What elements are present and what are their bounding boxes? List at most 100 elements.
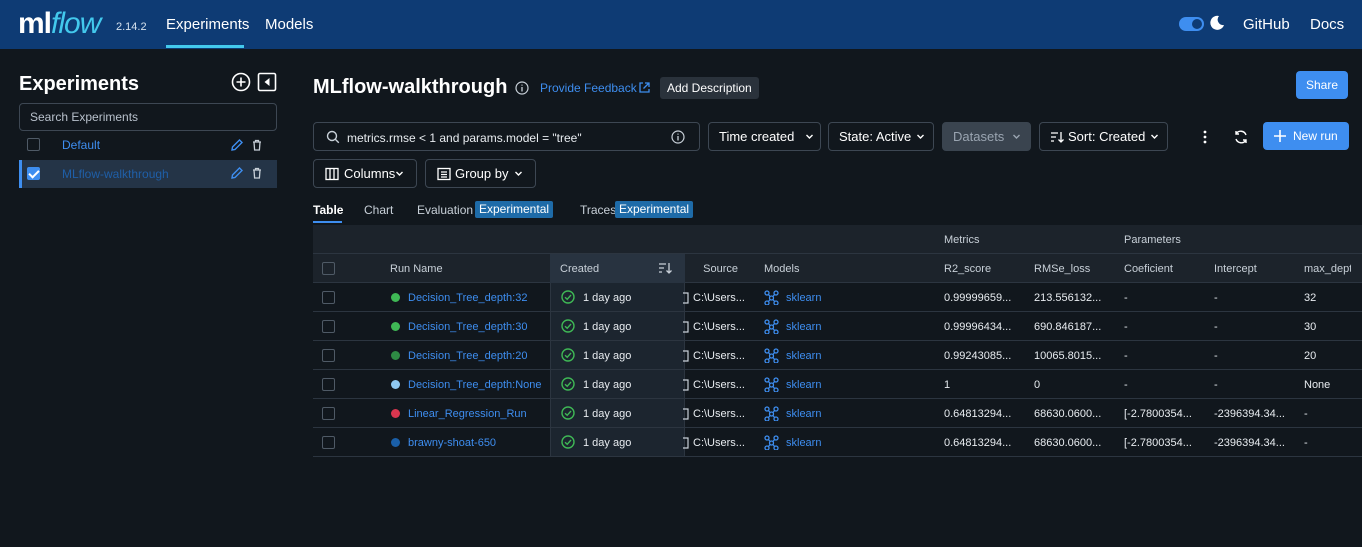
source-header[interactable]: Source [703, 263, 738, 275]
select-all-checkbox[interactable] [322, 262, 335, 275]
tab-traces[interactable]: Traces [580, 203, 616, 217]
state-dropdown[interactable]: State: Active [828, 122, 934, 151]
provide-feedback-link[interactable]: Provide Feedback [540, 81, 637, 95]
new-run-button[interactable]: New run [1263, 122, 1349, 150]
run-name-link[interactable]: Decision_Tree_depth:32 [408, 292, 548, 304]
run-name-link[interactable]: Decision_Tree_depth:20 [408, 350, 548, 362]
sort-dropdown[interactable]: Sort: Created [1039, 122, 1168, 151]
created-header-cell[interactable]: Created [550, 254, 685, 283]
model-link[interactable]: sklearn [786, 292, 821, 304]
columns-dropdown[interactable]: Columns [313, 159, 417, 188]
tab-chart[interactable]: Chart [364, 203, 393, 217]
edit-icon[interactable] [230, 138, 244, 152]
row-checkbox[interactable] [322, 407, 335, 420]
coefficient-value: - [1124, 350, 1128, 362]
model-link[interactable]: sklearn [786, 437, 821, 449]
run-name-link[interactable]: Linear_Regression_Run [408, 408, 548, 420]
sort-descending-icon[interactable] [658, 261, 672, 275]
datasets-dropdown[interactable]: Datasets [942, 122, 1031, 151]
version-label: 2.14.2 [116, 21, 147, 33]
intercept-value: - [1214, 292, 1218, 304]
source-value[interactable]: C:\Users... [693, 292, 745, 304]
source-value[interactable]: C:\Users... [693, 321, 745, 333]
table-row[interactable]: Decision_Tree_depth:32 1 day ago C:\Users.… [313, 283, 1362, 312]
group-by-dropdown[interactable]: Group by [425, 159, 536, 188]
time-created-dropdown[interactable]: Time created [708, 122, 821, 151]
share-button[interactable]: Share [1296, 71, 1348, 99]
kebab-menu-icon[interactable] [1198, 129, 1212, 145]
trash-icon[interactable] [250, 166, 264, 180]
coefficient-header[interactable]: Coeficient [1124, 263, 1173, 275]
intercept-value: - [1214, 321, 1218, 333]
model-link[interactable]: sklearn [786, 321, 821, 333]
table-row[interactable]: brawny-shoat-650 1 day ago C:\Users... skle… [313, 428, 1362, 457]
r2-score-value: 0.64813294... [944, 408, 1012, 420]
check-circle-icon [561, 377, 575, 391]
r2-score-value: 0.99243085... [944, 350, 1012, 362]
add-experiment-icon[interactable] [231, 72, 251, 92]
nav-docs[interactable]: Docs [1310, 16, 1344, 33]
max-depth-value: 30 [1304, 321, 1317, 333]
table-row[interactable]: Decision_Tree_depth:30 1 day ago C:\Users.… [313, 312, 1362, 341]
model-icon [764, 319, 779, 334]
check-circle-icon [561, 290, 575, 304]
search-runs-input[interactable]: metrics.rmse < 1 and params.model = "tre… [313, 122, 700, 151]
nav-experiments[interactable]: Experiments [166, 16, 249, 33]
dark-mode-toggle[interactable] [1179, 17, 1204, 31]
run-color-dot[interactable] [391, 293, 400, 302]
run-color-dot[interactable] [391, 351, 400, 360]
model-link[interactable]: sklearn [786, 350, 821, 362]
rmse-loss-header[interactable]: RMSe_loss [1034, 263, 1090, 275]
experiment-name[interactable]: Default [62, 138, 100, 152]
intercept-header[interactable]: Intercept [1214, 263, 1257, 275]
trash-icon[interactable] [250, 138, 264, 152]
experiment-name[interactable]: MLflow-walkthrough [62, 167, 169, 181]
source-value[interactable]: C:\Users... [693, 379, 745, 391]
max-depth-header[interactable]: max_depth [1304, 263, 1351, 275]
external-link-icon[interactable] [638, 81, 651, 94]
row-checkbox[interactable] [322, 349, 335, 362]
tab-evaluation[interactable]: Evaluation [417, 203, 473, 217]
run-name-link[interactable]: Decision_Tree_depth:None [408, 379, 548, 391]
row-checkbox[interactable] [322, 378, 335, 391]
table-row[interactable]: Decision_Tree_depth:None 1 day ago C:\User… [313, 370, 1362, 399]
row-checkbox[interactable] [322, 436, 335, 449]
table-row[interactable]: Linear_Regression_Run 1 day ago C:\Users..… [313, 399, 1362, 428]
run-name-link[interactable]: Decision_Tree_depth:30 [408, 321, 548, 333]
info-icon[interactable] [515, 81, 529, 95]
run-color-dot[interactable] [391, 409, 400, 418]
models-header[interactable]: Models [764, 263, 799, 275]
model-link[interactable]: sklearn [786, 408, 821, 420]
info-icon[interactable] [671, 130, 685, 144]
source-value[interactable]: C:\Users... [693, 350, 745, 362]
run-name-header[interactable]: Run Name [390, 263, 443, 275]
model-link[interactable]: sklearn [786, 379, 821, 391]
search-runs-text: metrics.rmse < 1 and params.model = "tre… [347, 131, 582, 145]
collapse-sidebar-icon[interactable] [257, 72, 277, 92]
model-icon [764, 290, 779, 305]
nav-github[interactable]: GitHub [1243, 16, 1290, 33]
search-experiments-input[interactable] [19, 103, 277, 131]
row-checkbox[interactable] [322, 291, 335, 304]
r2-score-header[interactable]: R2_score [944, 263, 991, 275]
experiment-checkbox[interactable] [27, 138, 40, 151]
nav-models[interactable]: Models [265, 16, 313, 33]
edit-icon[interactable] [230, 166, 244, 180]
source-value[interactable]: C:\Users... [693, 437, 745, 449]
table-row[interactable]: Decision_Tree_depth:20 1 day ago C:\Users.… [313, 341, 1362, 370]
created-header[interactable]: Created [560, 263, 599, 275]
row-checkbox[interactable] [322, 320, 335, 333]
chevron-down-icon [1013, 134, 1020, 139]
tab-table[interactable]: Table [313, 203, 343, 217]
run-color-dot[interactable] [391, 438, 400, 447]
run-color-dot[interactable] [391, 380, 400, 389]
mlflow-logo[interactable]: ml flow [18, 4, 101, 44]
experiment-checkbox[interactable] [27, 167, 40, 180]
refresh-icon[interactable] [1233, 129, 1249, 145]
sort-icon [1051, 132, 1064, 143]
logo-ml: ml [18, 7, 52, 40]
add-description-button[interactable]: Add Description [660, 77, 759, 99]
run-name-link[interactable]: brawny-shoat-650 [408, 437, 548, 449]
source-value[interactable]: C:\Users... [693, 408, 745, 420]
run-color-dot[interactable] [391, 322, 400, 331]
